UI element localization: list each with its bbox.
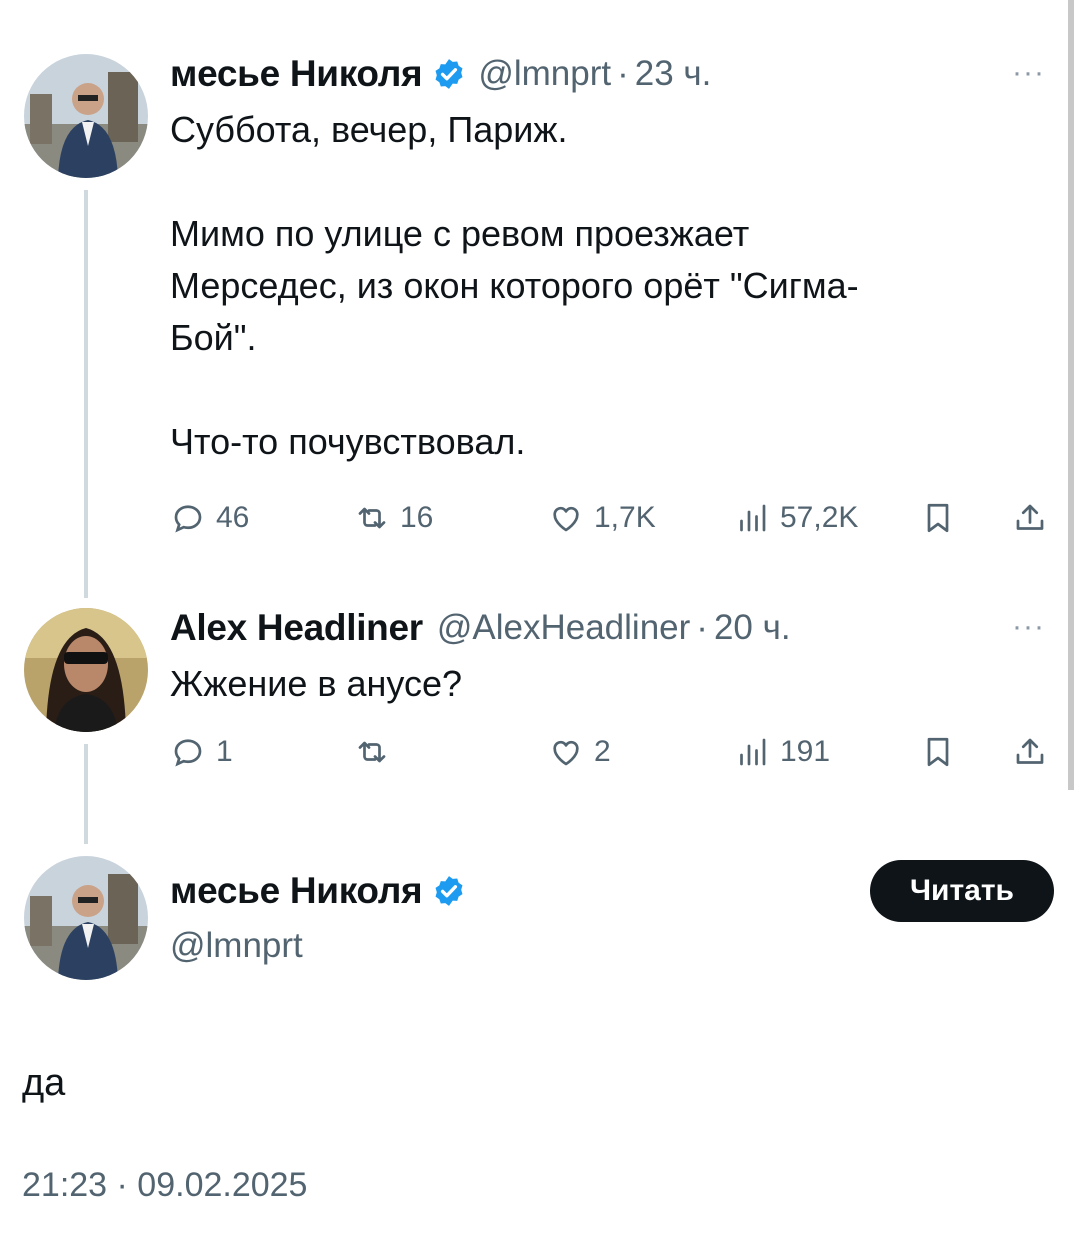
tweet-time[interactable]: 23 ч. (635, 54, 712, 94)
views-icon (740, 738, 766, 766)
bookmark-button[interactable] (920, 500, 966, 536)
author-handle[interactable]: @lmnprt (478, 54, 611, 94)
share-button[interactable] (1012, 500, 1058, 536)
like-button[interactable]: 1,7K (548, 500, 656, 536)
view-count: 57,2K (780, 501, 859, 534)
verified-badge-icon (435, 876, 463, 906)
repost-count: 16 (400, 501, 434, 534)
share-button[interactable] (1012, 734, 1058, 770)
views-button[interactable]: 191 (734, 734, 830, 770)
views-icon (740, 504, 766, 532)
more-icon[interactable]: ··· (1012, 56, 1045, 90)
verified-badge-icon (435, 59, 463, 89)
repost-button[interactable] (354, 734, 400, 770)
reply-button[interactable]: 46 (170, 500, 249, 536)
like-icon (553, 506, 579, 532)
like-count: 2 (594, 735, 611, 768)
author-name[interactable]: Alex Headliner (170, 607, 423, 649)
bookmark-icon (927, 737, 949, 767)
like-button[interactable]: 2 (548, 734, 611, 770)
thread-line (84, 190, 88, 598)
tweet1-actions: 46 16 1,7K 57,2K (170, 496, 1060, 546)
scrollbar[interactable] (1068, 0, 1074, 790)
reply-icon (174, 505, 202, 533)
repost-button[interactable]: 16 (354, 500, 433, 536)
avatar-alex-headliner[interactable] (24, 608, 148, 732)
view-count: 191 (780, 735, 831, 768)
tweet-time[interactable]: 20 ч. (714, 608, 791, 648)
follow-button[interactable]: Читать (870, 860, 1054, 922)
share-icon (1016, 504, 1044, 530)
more-icon[interactable]: ··· (1012, 610, 1045, 644)
tweet3-header: месье Николя (170, 868, 478, 914)
separator-dot: · (617, 54, 629, 93)
like-count: 1,7K (594, 501, 656, 534)
repost-icon (358, 507, 386, 529)
tweet-text: Жжение в анусе? (170, 663, 463, 704)
reply-icon (174, 739, 202, 767)
reply-count: 46 (216, 501, 250, 534)
author-name[interactable]: месье Николя (170, 53, 423, 95)
tweet2-actions: 1 2 191 (170, 730, 1060, 780)
separator-dot: · (696, 608, 708, 647)
tweet-timestamp[interactable]: 21:23 · 09.02.2025 (22, 1166, 307, 1205)
thread-line (84, 744, 88, 844)
tweet-text: да (22, 1062, 66, 1104)
tweet-text: Суббота, вечер, Париж. Мимо по улице с р… (170, 109, 859, 462)
tweet2-header: Alex Headliner @AlexHeadliner · 20 ч. (170, 606, 791, 650)
bookmark-button[interactable] (920, 734, 966, 770)
repost-icon (358, 741, 386, 763)
author-handle[interactable]: @lmnprt (170, 926, 303, 966)
bookmark-icon (927, 503, 949, 533)
reply-count: 1 (216, 735, 233, 768)
author-name[interactable]: месье Николя (170, 870, 423, 912)
tweet1-header: месье Николя @lmnprt · 23 ч. (170, 52, 711, 96)
share-icon (1016, 738, 1044, 764)
avatar-mesye-nikolya[interactable] (24, 54, 148, 178)
reply-button[interactable]: 1 (170, 734, 233, 770)
avatar-mesye-nikolya[interactable] (24, 856, 148, 980)
views-button[interactable]: 57,2K (734, 500, 858, 536)
author-handle[interactable]: @AlexHeadliner (437, 608, 690, 648)
like-icon (553, 740, 579, 766)
